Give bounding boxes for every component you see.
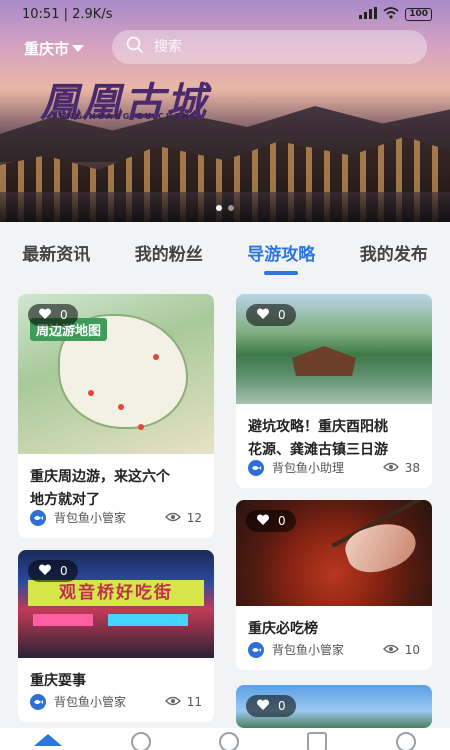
banner-dot-active: [216, 205, 222, 211]
card-title-line: 重庆必吃榜: [248, 621, 318, 637]
search-bar[interactable]: [112, 30, 427, 64]
like-badge[interactable]: 0: [246, 510, 296, 532]
card-image: 周边游地图 0: [18, 294, 214, 454]
fish-icon: [248, 459, 264, 476]
like-badge[interactable]: 0: [246, 695, 296, 717]
view-count: 38: [404, 460, 420, 475]
card-image: 0: [236, 294, 432, 404]
guide-card[interactable]: 观音桥好吃街 0 重庆耍事 背包鱼小管家 11: [18, 550, 214, 722]
card-views: 10: [382, 642, 420, 657]
card-views: 11: [164, 694, 202, 709]
card-title: 重庆耍事: [18, 658, 214, 693]
card-author[interactable]: 背包鱼小管家: [248, 641, 344, 658]
pavilion-shape: [292, 346, 356, 376]
banner-subtitle: FENG HUANG GU CHENG: [52, 112, 200, 121]
like-count: 0: [278, 514, 286, 528]
like-count: 0: [60, 564, 68, 578]
neon-light: [33, 614, 93, 626]
heart-icon: [256, 307, 270, 323]
map-pin: [153, 354, 159, 360]
card-title: 避坑攻略！重庆酉阳桃 花源、龚滩古镇三日游: [236, 404, 432, 462]
search-icon: [126, 36, 144, 58]
map-pin: [118, 404, 124, 410]
eye-icon: [382, 643, 399, 657]
card-image: 0: [236, 500, 432, 606]
status-network-speed: 2.9K/s: [72, 6, 113, 22]
card-author[interactable]: 背包鱼小管家: [30, 509, 126, 526]
author-name: 背包鱼小助理: [272, 461, 345, 475]
like-count: 0: [60, 308, 68, 322]
author-name: 背包鱼小管家: [272, 643, 345, 657]
card-views: 12: [164, 510, 202, 525]
card-image: 观音桥好吃街 0: [18, 550, 214, 658]
status-time: 10:51: [22, 6, 60, 22]
guide-card[interactable]: 0 重庆必吃榜 背包鱼小管家 10: [236, 500, 432, 670]
tab-latest-news[interactable]: 最新资讯: [18, 234, 94, 271]
like-badge[interactable]: 0: [28, 560, 78, 582]
heart-icon: [256, 698, 270, 714]
signal-icon: [359, 6, 378, 22]
guide-card[interactable]: 周边游地图 0 重庆周边游，来这六个 地方就对了 背包鱼小管家 12: [18, 294, 214, 538]
heart-icon: [38, 563, 52, 579]
card-meta: 背包鱼小助理 38: [236, 459, 432, 476]
battery-icon: 100: [405, 7, 432, 21]
eye-icon: [164, 511, 181, 525]
card-views: 38: [382, 460, 420, 475]
wifi-icon: [383, 6, 399, 22]
map-pin: [138, 424, 144, 430]
banner-dot: [228, 205, 234, 211]
home-icon[interactable]: [34, 734, 63, 746]
heart-icon: [38, 307, 52, 323]
status-left: 10:51 | 2.9K/s: [22, 6, 113, 22]
tab-my-fans[interactable]: 我的粉丝: [131, 234, 207, 271]
status-bar: 10:51 | 2.9K/s 100: [0, 0, 450, 28]
city-label: 重庆市: [24, 40, 70, 58]
card-title: 重庆周边游，来这六个 地方就对了: [18, 454, 214, 512]
status-right: 100: [359, 6, 432, 22]
like-badge[interactable]: 0: [246, 304, 296, 326]
card-author[interactable]: 背包鱼小管家: [30, 693, 126, 710]
fish-icon: [248, 641, 264, 658]
list-icon[interactable]: [307, 732, 328, 750]
like-badge[interactable]: 0: [28, 304, 78, 326]
tab-my-posts[interactable]: 我的发布: [356, 234, 432, 271]
card-author[interactable]: 背包鱼小助理: [248, 459, 344, 476]
view-count: 12: [186, 510, 202, 525]
card-meta: 背包鱼小管家 11: [18, 693, 214, 710]
view-count: 11: [186, 694, 202, 709]
fish-icon: [30, 509, 46, 526]
card-image: 0: [236, 685, 432, 728]
compass-icon[interactable]: [130, 732, 151, 750]
category-tabs: 最新资讯 我的粉丝 导游攻略 我的发布: [0, 222, 450, 282]
guide-card[interactable]: 0: [236, 685, 432, 728]
profile-icon[interactable]: [395, 732, 416, 750]
street-sign: 观音桥好吃街: [28, 580, 204, 606]
heart-icon: [256, 513, 270, 529]
meat-shape: [340, 515, 422, 580]
chevron-down-icon: [72, 45, 85, 52]
map-pin: [88, 390, 94, 396]
like-count: 0: [278, 308, 286, 322]
neon-light: [108, 614, 188, 626]
city-selector[interactable]: 重庆市: [24, 38, 85, 59]
guide-card[interactable]: 0 避坑攻略！重庆酉阳桃 花源、龚滩古镇三日游 背包鱼小助理 38: [236, 294, 432, 488]
card-meta: 背包鱼小管家 12: [18, 509, 214, 526]
card-title: 重庆必吃榜: [236, 606, 432, 641]
banner-indicator: [0, 205, 450, 211]
tab-travel-guides[interactable]: 导游攻略: [243, 234, 319, 271]
fish-icon: [30, 693, 46, 710]
eye-icon: [164, 695, 181, 709]
card-title-line: 重庆周边游，来这六个: [30, 469, 170, 485]
author-name: 背包鱼小管家: [54, 695, 127, 709]
author-name: 背包鱼小管家: [54, 511, 127, 525]
card-title-line: 重庆耍事: [30, 673, 86, 689]
card-title-line: 避坑攻略！重庆酉阳桃: [248, 419, 388, 435]
eye-icon: [382, 461, 399, 475]
message-icon[interactable]: [218, 732, 239, 750]
card-meta: 背包鱼小管家 10: [236, 641, 432, 658]
bottom-nav: [0, 728, 450, 750]
search-input[interactable]: [154, 39, 394, 55]
like-count: 0: [278, 699, 286, 713]
view-count: 10: [404, 642, 420, 657]
